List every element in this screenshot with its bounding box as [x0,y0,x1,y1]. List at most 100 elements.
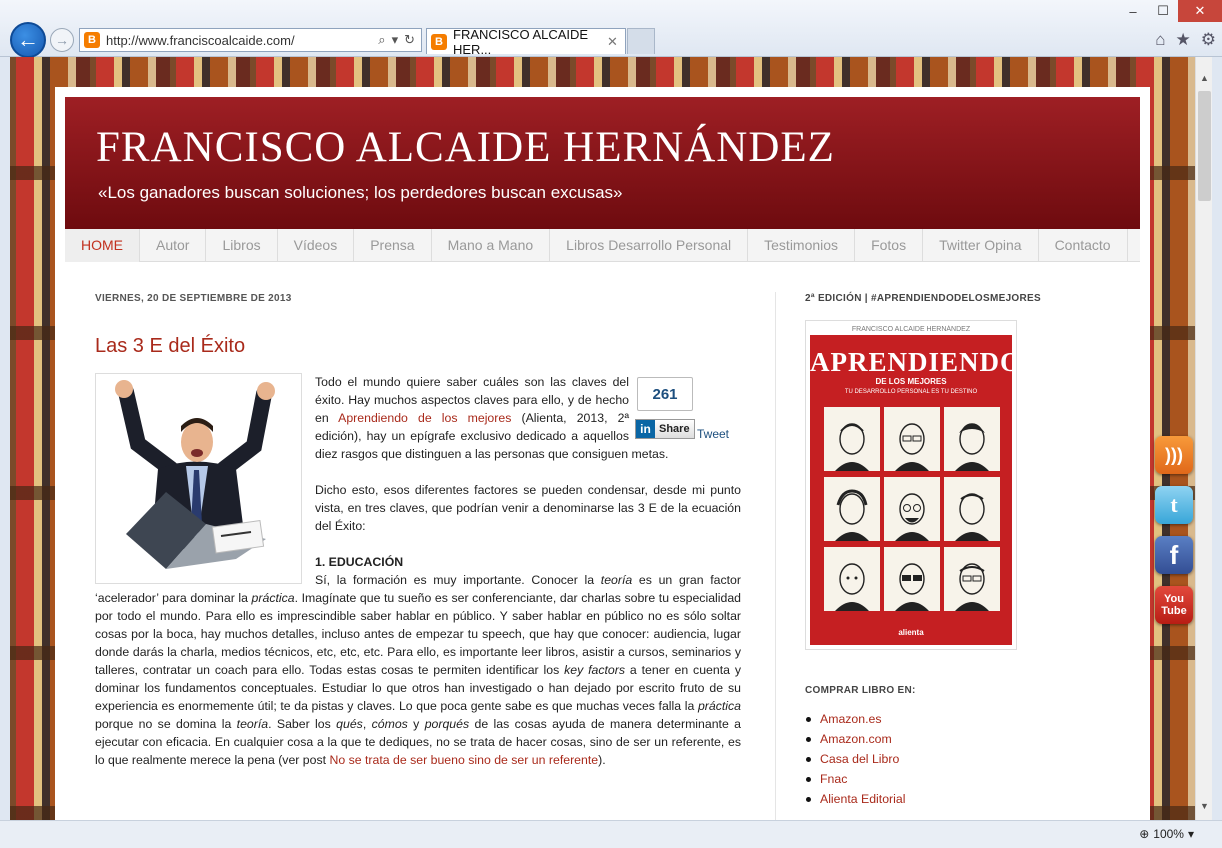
back-button[interactable]: ← [10,22,46,58]
column-divider [775,292,776,820]
referente-post-link[interactable]: No se trata de ser bueno sino de ser un … [329,753,598,767]
post-text: porque no se domina la [95,717,237,731]
favorites-star-icon[interactable]: ★ [1176,30,1191,50]
post-text: cómos [371,717,408,731]
site-description: «Los ganadores buscan soluciones; los pe… [98,183,623,202]
post-text: práctica [251,591,295,605]
arrow-left-icon: ← [17,27,39,52]
address-tools: ⌕ ▾ ↻ [378,32,421,48]
celebrating-man-image [96,374,301,583]
post-text: y [407,717,425,731]
refresh-icon[interactable]: ↻ [404,32,415,48]
book-subtitle: DE LOS MEJORES [875,377,947,386]
menu-item-twitter-opina[interactable]: Twitter Opina [923,229,1039,262]
buy-links-list: Amazon.es Amazon.com Casa del Libro Fnac… [805,709,905,809]
home-icon[interactable]: ⌂ [1155,30,1165,50]
buy-link-amazon-com[interactable]: Amazon.com [805,729,905,749]
page-viewport: FRANCISCO ALCAIDE HERNÁNDEZ «Los ganador… [10,57,1195,820]
tab-title: FRANCISCO ALCAIDE HER... [453,26,589,57]
new-tab-button[interactable] [627,28,655,54]
window-controls: – ☐ ✕ [1118,0,1222,22]
post-text: key factors [564,663,626,677]
menu-item-fotos[interactable]: Fotos [855,229,924,262]
portrait-icon [884,547,940,611]
portrait-icon [884,407,940,471]
browser-tab[interactable]: B FRANCISCO ALCAIDE HER... ✕ [426,26,626,57]
buy-link-amazon-es[interactable]: Amazon.es [805,709,905,729]
arrow-right-icon: → [55,32,69,48]
book-link[interactable]: Aprendiendo de los mejores [338,411,511,425]
tweet-link[interactable]: Tweet [697,427,729,441]
blog-header: FRANCISCO ALCAIDE HERNÁNDEZ «Los ganador… [65,97,1140,229]
book-tagline: TU DESARROLLO PERSONAL ES TU DESTINO [844,389,978,395]
linkedin-share-button[interactable]: in Share [635,419,695,439]
portrait-icon [944,477,1000,541]
post-text: Sí, la formación es muy importante. Cono… [315,573,601,587]
address-bar[interactable]: B http://www.franciscoalcaide.com/ ⌕ ▾ ↻ [79,28,422,52]
post-text: , [362,717,372,731]
linkedin-share-label: Share [659,423,690,435]
share-count: 261 [637,377,693,411]
minimize-icon[interactable]: – [1118,0,1148,22]
post-image[interactable] [95,373,302,584]
menu-item-autor[interactable]: Autor [140,229,207,262]
site-title[interactable]: FRANCISCO ALCAIDE HERNÁNDEZ [96,123,835,172]
menu-item-libros[interactable]: Libros [206,229,278,262]
portrait-icon [944,407,1000,471]
scroll-up-icon[interactable]: ▲ [1196,69,1213,86]
settings-gear-icon[interactable]: ⚙ [1201,30,1216,50]
tab-close-icon[interactable]: ✕ [607,34,625,50]
maximize-icon[interactable]: ☐ [1148,0,1178,22]
browser-chrome: – ☐ ✕ ← → B http://www.franciscoalcaide.… [0,0,1222,58]
buy-link-alienta[interactable]: Alienta Editorial [805,789,905,809]
close-icon[interactable]: ✕ [1178,0,1222,22]
rss-icon[interactable]: ))) [1155,436,1193,474]
youtube-label: You [1164,593,1184,605]
sidebar-book-heading: 2ª EDICIÓN | #APRENDIENDODELOSMEJORES [805,293,1041,304]
post-text: ). [598,753,606,767]
portrait-icon [824,477,880,541]
portrait-icon [824,547,880,611]
main-menu: HOME Autor Libros Vídeos Prensa Mano a M… [65,229,1140,262]
facebook-icon[interactable]: f [1155,536,1193,574]
scroll-down-icon[interactable]: ▼ [1196,797,1213,814]
zoom-control[interactable]: ⊕ 100% ▾ [1139,827,1194,841]
sidebar-buy-heading: COMPRAR LIBRO EN: [805,685,916,696]
post-text: qués [336,717,363,731]
post-text: . Saber los [268,717,337,731]
youtube-icon[interactable]: You Tube [1155,586,1193,624]
menu-item-contacto[interactable]: Contacto [1039,229,1128,262]
book-widget[interactable]: FRANCISCO ALCAIDE HERNÁNDEZ APRENDIENDO … [805,320,1017,650]
forward-button[interactable]: → [50,28,74,52]
menu-item-videos[interactable]: Vídeos [278,229,355,262]
publisher-logo: alienta [898,628,924,637]
zoom-dropdown-icon[interactable]: ▾ [1188,827,1194,841]
post-text: práctica [697,699,741,713]
menu-item-libros-desarrollo[interactable]: Libros Desarrollo Personal [550,229,749,262]
zoom-level: 100% [1153,827,1184,841]
post-title[interactable]: Las 3 E del Éxito [95,335,245,358]
blogger-favicon-icon: B [431,33,447,50]
address-url[interactable]: http://www.franciscoalcaide.com/ [106,33,378,48]
zoom-magnifier-icon: ⊕ [1139,827,1150,841]
book-author: FRANCISCO ALCAIDE HERNÁNDEZ [810,325,1012,335]
menu-item-mano-a-mano[interactable]: Mano a Mano [432,229,551,262]
buy-link-fnac[interactable]: Fnac [805,769,905,789]
linkedin-icon: in [636,420,655,438]
search-icon[interactable]: ⌕ [378,32,385,48]
dropdown-icon[interactable]: ▾ [392,32,399,48]
scroll-thumb[interactable] [1198,91,1211,201]
menu-item-home[interactable]: HOME [65,229,140,262]
menu-item-prensa[interactable]: Prensa [354,229,432,262]
portrait-icon [824,407,880,471]
menu-item-testimonios[interactable]: Testimonios [748,229,856,262]
twitter-icon[interactable]: t [1155,486,1193,524]
vertical-scrollbar[interactable]: ▲ ▼ [1195,57,1212,820]
share-widget: 261 in Share Tweet [635,377,747,447]
portrait-icon [944,547,1000,611]
book-title: APRENDIENDO [810,347,1012,377]
buy-link-casa-del-libro[interactable]: Casa del Libro [805,749,905,769]
chrome-toolbar-icons: ⌂ ★ ⚙ [1155,30,1216,50]
book-portraits [824,407,1000,611]
blog-page: FRANCISCO ALCAIDE HERNÁNDEZ «Los ganador… [55,87,1150,820]
